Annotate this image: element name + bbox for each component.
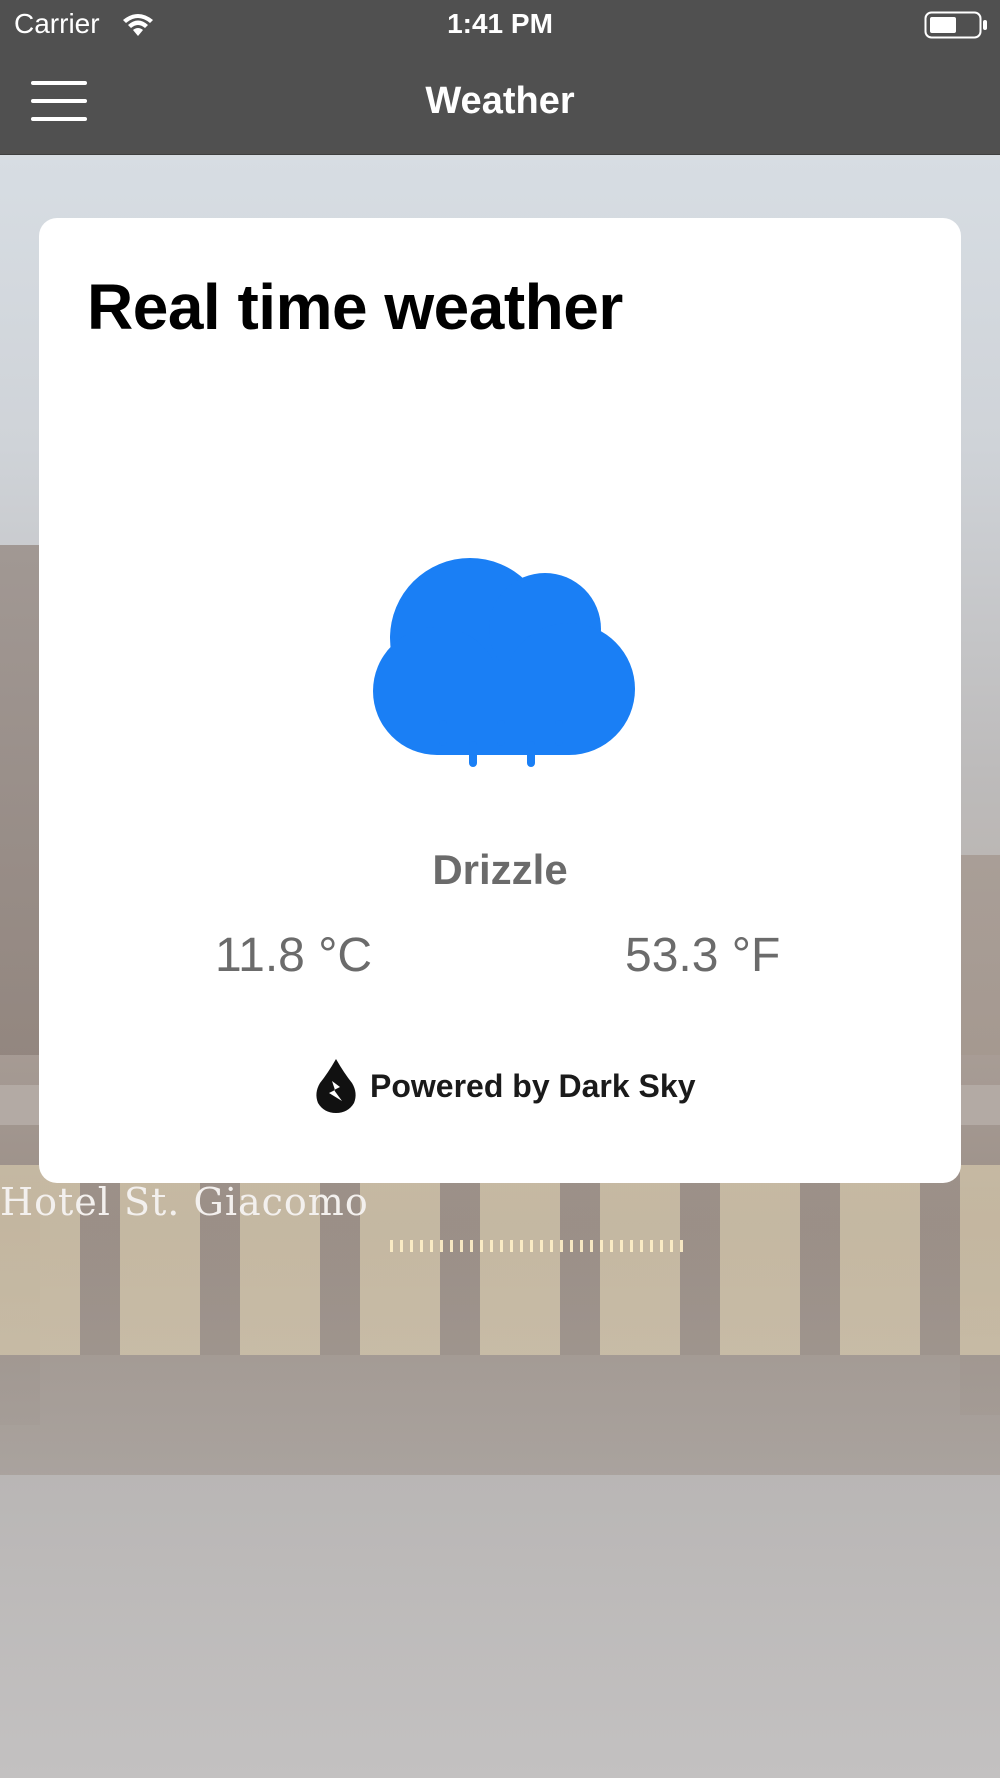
temperature-fahrenheit: 53.3 °F <box>625 929 781 982</box>
nav-bar: Weather <box>0 50 1000 155</box>
weather-condition: Drizzle <box>432 846 568 893</box>
dark-sky-logo-icon <box>316 1059 356 1113</box>
status-bar: Carrier 1:41 PM <box>0 0 1000 50</box>
battery-icon <box>924 11 987 39</box>
powered-by-dark-sky-link[interactable]: Powered by Dark Sky <box>314 1056 695 1116</box>
rain-cloud-icon <box>373 558 635 767</box>
ground <box>0 1475 1000 1778</box>
status-time: 1:41 PM <box>447 8 553 39</box>
string-lights <box>390 1240 690 1252</box>
page-title: Weather <box>425 80 575 122</box>
weather-card: Real time weather Drizzle 11.8 °C 53.3 °… <box>39 218 961 1183</box>
temperature-celsius: 11.8 °C <box>215 929 373 982</box>
powered-by-label: Powered by Dark Sky <box>370 1067 696 1104</box>
hotel-sign: Hotel St. Giacomo <box>0 1180 369 1224</box>
card-title: Real time weather <box>87 271 623 343</box>
